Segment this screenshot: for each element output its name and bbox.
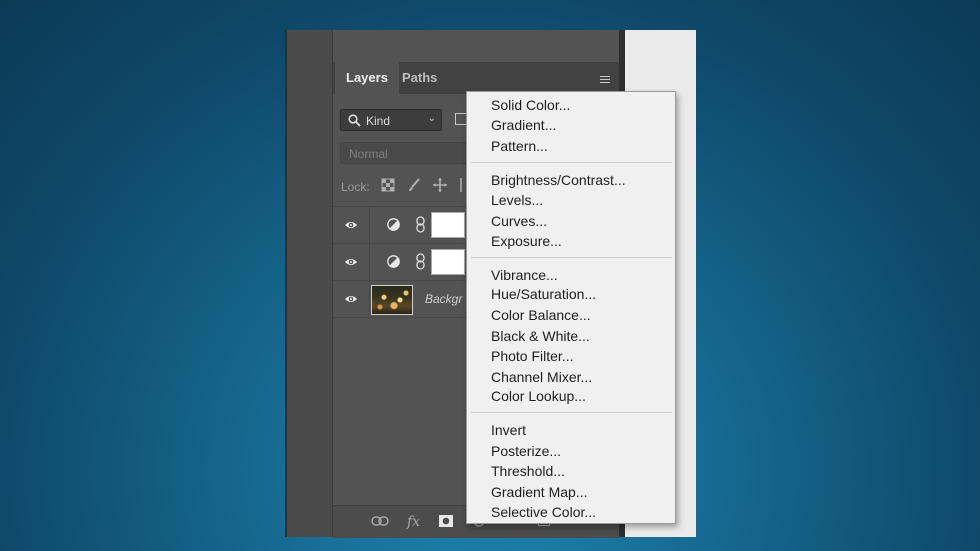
menu-item-exposure[interactable]: Exposure...: [491, 233, 562, 249]
menu-item-invert[interactable]: Invert: [491, 422, 526, 438]
adjustment-layer-icon: [387, 255, 400, 268]
menu-item-gradient-map[interactable]: Gradient Map...: [491, 484, 588, 500]
panel-tab-bar: Layers Paths: [333, 62, 619, 94]
link-icon[interactable]: [371, 516, 389, 526]
layer-thumbnail[interactable]: [371, 285, 413, 315]
eye-icon[interactable]: [344, 218, 358, 232]
menu-item-vibrance[interactable]: Vibrance...: [491, 267, 558, 283]
menu-separator: [471, 257, 672, 258]
menu-item-gradient[interactable]: Gradient...: [491, 117, 556, 133]
menu-item-photo-filter[interactable]: Photo Filter...: [491, 348, 573, 364]
lock-transparent-pixels-icon[interactable]: [381, 178, 395, 192]
lock-label: Lock:: [341, 180, 370, 194]
menu-item-channel-mixer[interactable]: Channel Mixer...: [491, 369, 592, 385]
layer-mask-thumbnail[interactable]: [431, 249, 465, 275]
menu-item-pattern[interactable]: Pattern...: [491, 138, 548, 154]
menu-separator: [471, 412, 672, 413]
menu-separator: [471, 162, 672, 163]
tab-layers[interactable]: Layers: [335, 62, 399, 94]
chevron-down-icon: ⌄: [427, 113, 436, 124]
menu-item-color-lookup[interactable]: Color Lookup...: [491, 388, 586, 404]
menu-item-black-white[interactable]: Black & White...: [491, 328, 590, 344]
mask-icon[interactable]: [439, 515, 453, 527]
panel-menu-icon[interactable]: [600, 76, 610, 84]
blend-mode-value: Normal: [349, 147, 388, 161]
menu-item-hue-saturation[interactable]: Hue/Saturation...: [491, 286, 596, 302]
kind-filter-select[interactable]: Kind ⌄: [340, 109, 442, 131]
menu-item-selective-color[interactable]: Selective Color...: [491, 504, 596, 520]
adjustment-layer-icon: [387, 218, 400, 231]
eye-icon[interactable]: [344, 292, 358, 306]
menu-item-levels[interactable]: Levels...: [491, 192, 543, 208]
layer-name[interactable]: Backgr: [425, 292, 462, 306]
menu-item-color-balance[interactable]: Color Balance...: [491, 307, 591, 323]
menu-item-posterize[interactable]: Posterize...: [491, 443, 561, 459]
eye-icon[interactable]: [344, 255, 358, 269]
menu-item-threshold[interactable]: Threshold...: [491, 463, 565, 479]
search-icon: [348, 114, 361, 127]
link-chain-icon[interactable]: [415, 253, 427, 270]
tools-strip: [285, 30, 333, 537]
adjustment-layer-menu: Solid Color... Gradient... Pattern... Br…: [466, 91, 676, 524]
link-chain-icon[interactable]: [415, 216, 427, 233]
menu-item-curves[interactable]: Curves...: [491, 213, 547, 229]
lock-artboard-icon[interactable]: [459, 178, 465, 192]
kind-label: Kind: [366, 114, 391, 128]
menu-item-solid-color[interactable]: Solid Color...: [491, 97, 570, 113]
lock-position-icon[interactable]: [433, 178, 447, 192]
layer-mask-thumbnail[interactable]: [431, 212, 465, 238]
fx-icon[interactable]: fx: [407, 514, 420, 530]
tab-paths[interactable]: Paths: [391, 62, 448, 94]
lock-image-pixels-icon[interactable]: [407, 178, 421, 192]
menu-item-brightness-contrast[interactable]: Brightness/Contrast...: [491, 172, 626, 188]
